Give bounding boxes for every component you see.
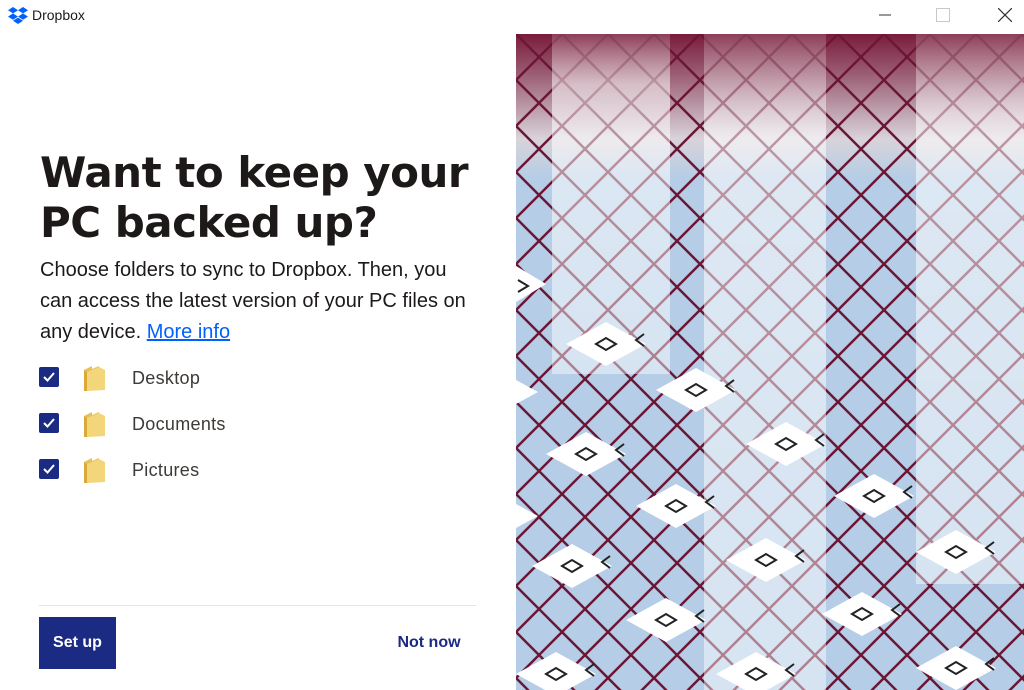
checkbox-pictures[interactable] — [39, 459, 59, 479]
minimize-button[interactable] — [862, 0, 908, 30]
app-title: Dropbox — [32, 7, 85, 23]
folder-label-documents: Documents — [132, 414, 226, 434]
close-button[interactable] — [982, 0, 1024, 30]
minimize-icon — [879, 14, 891, 16]
maximize-icon — [936, 8, 950, 22]
folder-icon — [84, 412, 105, 437]
headline-line-2: PC backed up? — [40, 198, 378, 247]
checkmark-icon — [43, 418, 55, 428]
checkmark-icon — [43, 372, 55, 382]
maximize-button[interactable] — [920, 0, 966, 30]
folder-icon — [84, 366, 105, 391]
folder-option-pictures[interactable]: Pictures — [39, 456, 439, 484]
checkbox-documents[interactable] — [39, 413, 59, 433]
setup-button[interactable]: Set up — [39, 617, 116, 669]
description: Choose folders to sync to Dropbox. Then,… — [40, 255, 480, 348]
folder-icon — [84, 458, 105, 483]
not-now-button[interactable]: Not now — [384, 617, 474, 669]
headline-line-1: Want to keep your — [40, 148, 469, 197]
divider — [39, 605, 476, 606]
backup-illustration — [516, 34, 1024, 690]
description-text: Choose folders to sync to Dropbox. Then,… — [40, 259, 466, 343]
title-bar: Dropbox — [0, 0, 1024, 32]
folder-option-documents[interactable]: Documents — [39, 410, 439, 438]
checkmark-icon — [43, 464, 55, 474]
close-icon — [998, 8, 1012, 22]
folder-label-desktop: Desktop — [132, 368, 201, 388]
folder-option-desktop[interactable]: Desktop — [39, 364, 439, 392]
dropbox-logo-icon — [8, 7, 28, 24]
more-info-link[interactable]: More info — [147, 321, 230, 343]
page-title: Want to keep your PC backed up? — [40, 148, 500, 248]
checkbox-desktop[interactable] — [39, 367, 59, 387]
folder-label-pictures: Pictures — [132, 460, 200, 480]
